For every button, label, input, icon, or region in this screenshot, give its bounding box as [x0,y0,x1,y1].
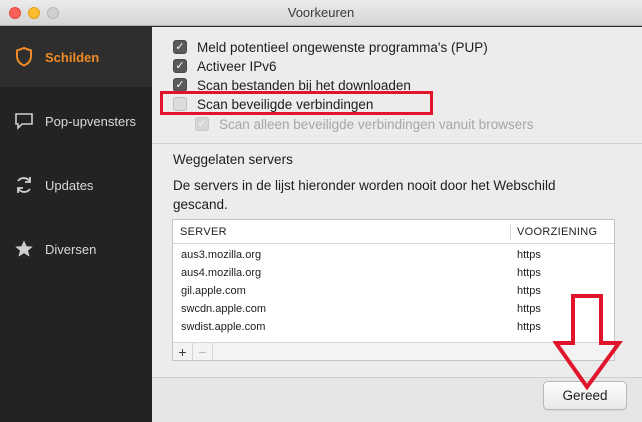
highlight-annotation-box [160,91,433,115]
checkbox-checked[interactable]: ✓ [173,78,187,92]
option-pup[interactable]: ✓ Meld potentieel ongewenste programma's… [173,38,488,56]
service-cell: https [517,249,541,261]
column-divider [510,224,511,240]
remove-server-button[interactable]: − [193,343,213,360]
done-button[interactable]: Gereed [543,381,627,410]
option-label: Meld potentieel ongewenste programma's (… [197,39,488,55]
table-row[interactable]: gil.apple.com https [173,282,614,300]
sidebar-item-label: Updates [45,177,94,193]
excluded-servers-description: De servers in de lijst hieronder worden … [173,178,556,212]
close-window-button[interactable] [9,7,21,19]
service-cell: https [517,285,541,297]
sidebar-item-label: Pop-upvensters [45,113,137,129]
sidebar-item-label: Diversen [45,241,97,257]
excluded-servers-title: Weggelaten servers [173,152,293,167]
server-cell: swdist.apple.com [181,321,266,333]
add-server-button[interactable]: + [173,343,193,360]
chat-bubble-icon [13,110,35,132]
minimize-window-button[interactable] [28,7,40,19]
title-bar[interactable]: Voorkeuren [0,0,642,26]
checkbox-checked[interactable]: ✓ [173,59,187,73]
server-cell: aus4.mozilla.org [181,267,262,279]
option-label: Activeer IPv6 [197,58,277,74]
service-cell: https [517,321,541,333]
service-cell: https [517,303,541,315]
column-header-service[interactable]: VOORZIENING [517,226,597,238]
shield-icon [13,46,35,68]
preferences-window: Voorkeuren Schilden Pop-upvensters Updat… [0,0,642,422]
table-header: SERVER VOORZIENING [173,220,614,244]
server-cell: aus3.mozilla.org [181,249,262,261]
excluded-servers-table[interactable]: SERVER VOORZIENING aus3.mozilla.org http… [172,219,615,361]
table-row[interactable]: aus4.mozilla.org https [173,264,614,282]
table-row[interactable]: swdist.apple.com https [173,318,614,336]
column-header-server[interactable]: SERVER [180,226,227,238]
server-cell: swcdn.apple.com [181,303,266,315]
sidebar: Schilden Pop-upvensters Updates Diversen [0,27,152,422]
option-scan-browsers-only: ✓ Scan alleen beveiligde verbindingen va… [195,115,533,133]
checkbox-disabled: ✓ [195,117,209,131]
refresh-icon [13,174,35,196]
service-cell: https [517,267,541,279]
option-ipv6[interactable]: ✓ Activeer IPv6 [173,57,277,75]
table-toolbar: + − [173,342,614,360]
sidebar-item-updates[interactable]: Updates [0,155,152,215]
sidebar-item-schilden[interactable]: Schilden [0,27,152,87]
sidebar-item-diversen[interactable]: Diversen [0,219,152,279]
checkbox-checked[interactable]: ✓ [173,40,187,54]
window-title: Voorkeuren [287,5,355,20]
sidebar-item-label: Schilden [45,49,100,65]
server-cell: gil.apple.com [181,285,246,297]
sidebar-item-pop-upvensters[interactable]: Pop-upvensters [0,91,152,151]
table-row[interactable]: swcdn.apple.com https [173,300,614,318]
table-row[interactable]: aus3.mozilla.org https [173,246,614,264]
star-icon [13,238,35,260]
option-label: Scan alleen beveiligde verbindingen vanu… [219,116,534,132]
zoom-window-button[interactable] [47,7,59,19]
section-divider [152,143,642,144]
